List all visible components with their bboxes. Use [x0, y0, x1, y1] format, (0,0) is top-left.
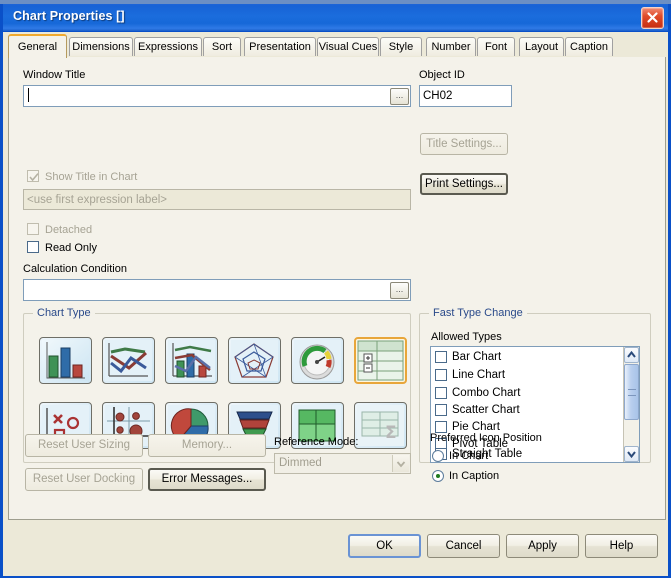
allowed-type-checkbox[interactable] [435, 404, 447, 416]
tab-number[interactable]: Number [426, 37, 476, 56]
scroll-down-button[interactable] [624, 446, 639, 462]
object-id-input[interactable]: CH02 [419, 85, 512, 107]
help-button[interactable]: Help [585, 534, 658, 558]
detached-label: Detached [45, 224, 93, 236]
fast-type-change-group-label: Fast Type Change [429, 307, 527, 319]
chevron-down-icon [627, 451, 636, 459]
chart-type-line-chart[interactable] [102, 337, 155, 384]
window-title-label: Window Title [23, 69, 86, 81]
chart-type-bar-chart[interactable] [39, 337, 92, 384]
show-title-checkbox [27, 170, 39, 182]
allowed-types-label: Allowed Types [431, 331, 502, 343]
tab-presentation[interactable]: Presentation [244, 37, 316, 56]
radar-chart-icon [231, 340, 278, 381]
title-expression-value: <use first expression label> [27, 194, 167, 206]
chart-type-gauge-chart[interactable] [291, 337, 344, 384]
allowed-type-label: Bar Chart [452, 351, 502, 363]
close-button[interactable] [641, 7, 664, 29]
chart-type-pivot-table[interactable] [354, 337, 407, 384]
read-only-label: Read Only [45, 242, 97, 254]
detached-checkbox [27, 223, 39, 235]
allowed-type-checkbox[interactable] [435, 369, 447, 381]
chart-type-straight-table[interactable]: Σ [354, 402, 407, 449]
tab-font[interactable]: Font [477, 37, 515, 56]
reference-mode-value: Dimmed [279, 457, 322, 469]
chart-type-combo-chart[interactable] [165, 337, 218, 384]
allowed-type-checkbox[interactable] [435, 351, 447, 363]
checkmark-icon [29, 173, 39, 182]
tab-bar: General Dimensions Expressions Sort Pres… [8, 34, 666, 58]
straight-table-icon: Σ [357, 405, 404, 446]
preferred-icon-position-label: Preferred Icon Position [430, 432, 542, 444]
reset-user-sizing-button: Reset User Sizing [25, 434, 143, 457]
icon-position-in-chart-radio[interactable] [432, 450, 444, 462]
listbox-scrollbar[interactable] [623, 347, 639, 462]
reference-mode-label: Reference Mode: [274, 436, 359, 448]
window-title-browse-button[interactable]: ... [390, 88, 409, 105]
tab-style[interactable]: Style [380, 37, 422, 56]
svg-text:Σ: Σ [385, 423, 397, 443]
allowed-type-label: Scatter Chart [452, 404, 520, 416]
print-settings-button[interactable]: Print Settings... [420, 173, 508, 195]
apply-button[interactable]: Apply [506, 534, 579, 558]
chevron-up-icon [627, 350, 636, 358]
error-messages-button[interactable]: Error Messages... [148, 468, 266, 491]
chart-properties-dialog: Chart Properties [] General Dimensions E… [0, 4, 671, 578]
window-title: Chart Properties [] [13, 9, 125, 23]
show-title-label: Show Title in Chart [45, 171, 138, 183]
calculation-condition-browse-button[interactable]: ... [390, 282, 409, 299]
reference-mode-select: Dimmed [274, 453, 411, 474]
object-id-label: Object ID [419, 69, 465, 81]
tab-caption[interactable]: Caption [565, 37, 613, 56]
scroll-up-button[interactable] [624, 347, 639, 363]
reset-user-docking-button: Reset User Docking [25, 468, 143, 491]
title-settings-button: Title Settings... [420, 133, 508, 155]
gauge-chart-icon [294, 340, 341, 381]
reference-mode-arrow [392, 455, 409, 472]
allowed-type-checkbox[interactable] [435, 387, 447, 399]
icon-position-in-chart-label: In Chart [449, 450, 489, 462]
tab-dimensions[interactable]: Dimensions [69, 37, 133, 56]
tab-expressions[interactable]: Expressions [134, 37, 202, 56]
combo-chart-icon [168, 340, 215, 381]
scroll-thumb[interactable] [624, 364, 639, 420]
general-tab-panel: Window Title ... Show Title in Chart <us… [8, 57, 666, 520]
tab-visual-cues[interactable]: Visual Cues [317, 37, 379, 56]
calculation-condition-label: Calculation Condition [23, 263, 127, 275]
window-title-input[interactable] [23, 85, 411, 107]
chevron-down-icon [396, 461, 406, 468]
allowed-type-label: Line Chart [452, 369, 506, 381]
cancel-button[interactable]: Cancel [427, 534, 500, 558]
title-bar[interactable]: Chart Properties [] [3, 4, 668, 32]
close-x-icon [647, 12, 658, 23]
chart-type-group-label: Chart Type [33, 307, 95, 319]
tab-general[interactable]: General [8, 34, 67, 58]
memory-button: Memory... [148, 434, 266, 457]
object-id-value: CH02 [423, 90, 453, 102]
chart-type-radar-chart[interactable] [228, 337, 281, 384]
dialog-button-bar: OK Cancel Apply Help [3, 521, 668, 576]
tab-layout[interactable]: Layout [519, 37, 564, 56]
icon-position-in-caption-radio[interactable] [432, 470, 444, 482]
allowed-type-label: Combo Chart [452, 387, 521, 399]
bar-chart-icon [42, 340, 89, 381]
tab-sort[interactable]: Sort [203, 37, 241, 56]
ok-button[interactable]: OK [348, 534, 421, 558]
read-only-checkbox[interactable] [27, 241, 39, 253]
pivot-table-icon [357, 340, 404, 381]
line-chart-icon [105, 340, 152, 381]
title-expression-input: <use first expression label> [23, 189, 411, 210]
allowed-types-listbox[interactable]: Bar Chart Line Chart Combo Chart Scatter… [430, 346, 640, 463]
icon-position-in-caption-label: In Caption [449, 470, 500, 482]
calculation-condition-input[interactable] [23, 279, 411, 301]
